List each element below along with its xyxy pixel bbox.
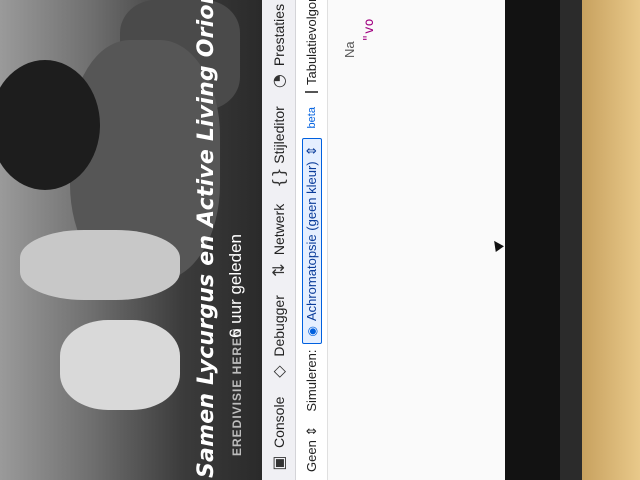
tab-label: Console: [270, 396, 287, 448]
none-dropdown[interactable]: Geen ⇕: [304, 418, 320, 480]
tab-network[interactable]: ⇅ Netwerk: [262, 196, 296, 287]
properties-name-label: Na: [342, 41, 357, 58]
article-category: EREDIVISIE HEREN: [230, 327, 244, 456]
console-icon: ▣: [269, 455, 288, 471]
tab-label: Stijleditor: [270, 106, 287, 164]
tab-performance[interactable]: ◔ Prestaties: [262, 0, 296, 98]
style-editor-icon: {}: [269, 167, 288, 188]
debugger-icon: ◇: [269, 365, 288, 378]
laptop-edge: [560, 0, 582, 480]
screen: Samen Lycurgus en Active Living Orion sp…: [0, 0, 560, 480]
article-time: 6 uur geleden: [226, 234, 245, 338]
tab-console[interactable]: ▣ Console: [262, 389, 296, 480]
tab-label: Debugger: [270, 295, 287, 357]
devtools-tabbar: ▣ Console ◇ Debugger ⇅ Netwerk {} Stijle…: [262, 0, 296, 480]
tab-order-checkbox[interactable]: [305, 91, 318, 94]
article-headline[interactable]: Samen Lycurgus en Active Living Orion sp…: [194, 0, 219, 478]
simulation-selected: Achromatopsie (geen kleur): [304, 161, 319, 322]
tab-label: Netwerk: [270, 203, 287, 256]
accessibility-simulation-bar: Geen ⇕ Simuleren: ◉ Achromatopsie (geen …: [296, 0, 328, 480]
tab-label: Prestaties: [270, 3, 287, 67]
performance-icon: ◔: [269, 74, 288, 89]
article-hero-text: Samen Lycurgus en Active Living Orion sp…: [190, 0, 260, 478]
eye-icon: ◉: [304, 326, 319, 337]
simulation-select[interactable]: ◉ Achromatopsie (geen kleur) ⇕: [301, 138, 322, 344]
tab-order-label: Tabulatievolgord: [304, 0, 319, 86]
tab-style-editor[interactable]: {} Stijleditor: [262, 98, 296, 196]
network-icon: ⇅: [269, 263, 288, 277]
desk-background: [582, 0, 640, 480]
tab-debugger[interactable]: ◇ Debugger: [262, 287, 296, 389]
beta-badge: beta: [305, 107, 318, 129]
properties-string-value: "vo: [362, 18, 377, 42]
simulate-label: Simuleren:: [304, 349, 319, 412]
chevron-updown-icon: ⇕: [303, 145, 319, 157]
